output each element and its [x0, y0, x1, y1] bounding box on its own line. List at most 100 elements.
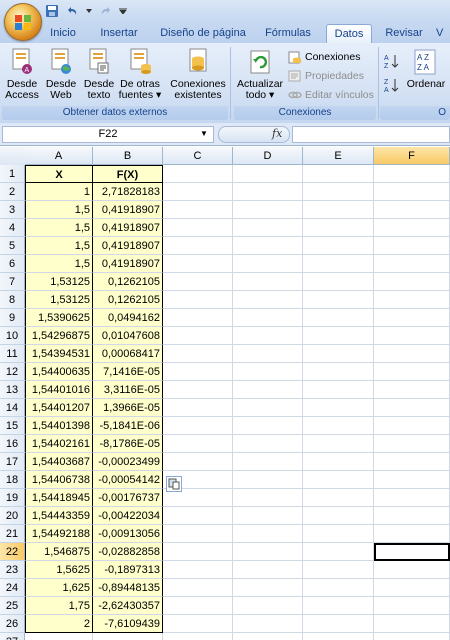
data-cell-fx[interactable]: -8,1786E-05 [93, 435, 163, 453]
cell-empty[interactable] [303, 471, 374, 489]
cell-empty[interactable] [374, 453, 450, 471]
cell-empty[interactable] [233, 291, 303, 309]
cell-empty[interactable] [303, 525, 374, 543]
cell-empty[interactable] [374, 597, 450, 615]
row-header[interactable]: 26 [0, 615, 25, 633]
name-box[interactable]: F22 [2, 126, 214, 143]
cell-empty[interactable] [374, 291, 450, 309]
data-cell-x[interactable]: 1,54394531 [25, 345, 93, 363]
tab-insertar[interactable]: Insertar [94, 24, 144, 42]
cell-empty[interactable] [233, 327, 303, 345]
cell-empty[interactable] [163, 597, 233, 615]
data-cell-fx[interactable]: -0,00054142 [93, 471, 163, 489]
cell-empty[interactable] [233, 615, 303, 633]
row-header[interactable]: 9 [0, 309, 25, 327]
data-cell-fx[interactable]: -0,89448135 [93, 579, 163, 597]
cell-empty[interactable] [163, 525, 233, 543]
data-cell-x[interactable]: 1,54401398 [25, 417, 93, 435]
cell-empty[interactable] [163, 579, 233, 597]
row-header[interactable]: 21 [0, 525, 25, 543]
cell-empty[interactable] [163, 507, 233, 525]
from-web-button[interactable]: Desde Web [44, 47, 78, 101]
sort-za-button[interactable]: ZA [384, 77, 400, 93]
name-box-dropdown-icon[interactable]: ▼ [200, 126, 208, 141]
cell-empty[interactable] [163, 291, 233, 309]
data-cell-x[interactable]: 1,54401016 [25, 381, 93, 399]
row-header[interactable]: 4 [0, 219, 25, 237]
column-header-d[interactable]: D [233, 147, 303, 165]
row-header[interactable]: 14 [0, 399, 25, 417]
customize-toolbar-icon[interactable] [118, 3, 128, 19]
row-header[interactable]: 2 [0, 183, 25, 201]
cell-empty[interactable] [374, 507, 450, 525]
cell-empty[interactable] [233, 201, 303, 219]
row-header[interactable]: 17 [0, 453, 25, 471]
cell-empty[interactable] [374, 417, 450, 435]
column-header-f[interactable]: F [374, 147, 450, 165]
cell-empty[interactable] [303, 489, 374, 507]
cell-empty[interactable] [163, 273, 233, 291]
cell-empty[interactable] [233, 417, 303, 435]
cell-empty[interactable] [233, 399, 303, 417]
data-cell-fx[interactable]: -5,1841E-06 [93, 417, 163, 435]
data-cell-fx[interactable]: -2,62430357 [93, 597, 163, 615]
cell-empty[interactable] [374, 309, 450, 327]
cell-empty[interactable] [374, 489, 450, 507]
cell-empty[interactable] [303, 417, 374, 435]
cell-empty[interactable] [374, 183, 450, 201]
data-cell-fx[interactable]: -7,6109439 [93, 615, 163, 633]
cell-empty[interactable] [303, 219, 374, 237]
data-cell-fx[interactable]: 7,1416E-05 [93, 363, 163, 381]
cell-empty[interactable] [374, 327, 450, 345]
cell-empty[interactable] [303, 183, 374, 201]
save-icon[interactable] [44, 3, 60, 19]
cell-empty[interactable] [374, 471, 450, 489]
connections-button[interactable]: Conexiones [288, 49, 360, 65]
existing-connections-button[interactable]: Conexiones existentes [170, 47, 226, 101]
cell-empty[interactable] [303, 543, 374, 561]
row-header[interactable]: 19 [0, 489, 25, 507]
cell-empty[interactable] [374, 579, 450, 597]
paste-options-icon[interactable] [166, 476, 182, 492]
data-cell-fx[interactable]: 0,41918907 [93, 237, 163, 255]
cell-empty[interactable] [163, 633, 233, 640]
other-sources-button[interactable]: De otras fuentes ▾ [118, 47, 162, 101]
undo-icon[interactable] [64, 3, 80, 19]
row-header[interactable]: 16 [0, 435, 25, 453]
header-cell-x[interactable]: X [25, 165, 93, 183]
cell-empty[interactable] [163, 453, 233, 471]
edit-links-button[interactable]: Editar vínculos [288, 87, 374, 103]
row-header[interactable]: 27 [0, 633, 25, 640]
selected-cell-f22[interactable] [374, 543, 450, 561]
sort-button[interactable]: A Z Z A Ordenar [402, 47, 450, 90]
data-cell-x[interactable]: 1,5 [25, 201, 93, 219]
row-header[interactable]: 6 [0, 255, 25, 273]
cell-empty[interactable] [233, 381, 303, 399]
data-cell-x[interactable]: 1,5 [25, 255, 93, 273]
redo-icon[interactable] [98, 3, 114, 19]
cell-empty[interactable] [93, 633, 163, 640]
cell-empty[interactable] [303, 363, 374, 381]
cell-empty[interactable] [303, 327, 374, 345]
row-header[interactable]: 25 [0, 597, 25, 615]
cell-empty[interactable] [303, 291, 374, 309]
data-cell-fx[interactable]: 1,3966E-05 [93, 399, 163, 417]
cell-empty[interactable] [163, 435, 233, 453]
data-cell-x[interactable]: 1,53125 [25, 273, 93, 291]
cell-empty[interactable] [233, 237, 303, 255]
formula-input[interactable] [292, 126, 450, 143]
data-cell-fx[interactable]: 0,00068417 [93, 345, 163, 363]
cell-empty[interactable] [303, 507, 374, 525]
row-header[interactable]: 10 [0, 327, 25, 345]
cell-empty[interactable] [233, 309, 303, 327]
cell-empty[interactable] [233, 273, 303, 291]
cell-empty[interactable] [374, 525, 450, 543]
cell-empty[interactable] [163, 165, 233, 183]
cell-empty[interactable] [233, 255, 303, 273]
cell-empty[interactable] [233, 165, 303, 183]
cell-empty[interactable] [303, 309, 374, 327]
cell-empty[interactable] [374, 219, 450, 237]
cell-empty[interactable] [163, 417, 233, 435]
properties-button[interactable]: Propiedades [288, 68, 364, 84]
data-cell-fx[interactable]: -0,00913056 [93, 525, 163, 543]
